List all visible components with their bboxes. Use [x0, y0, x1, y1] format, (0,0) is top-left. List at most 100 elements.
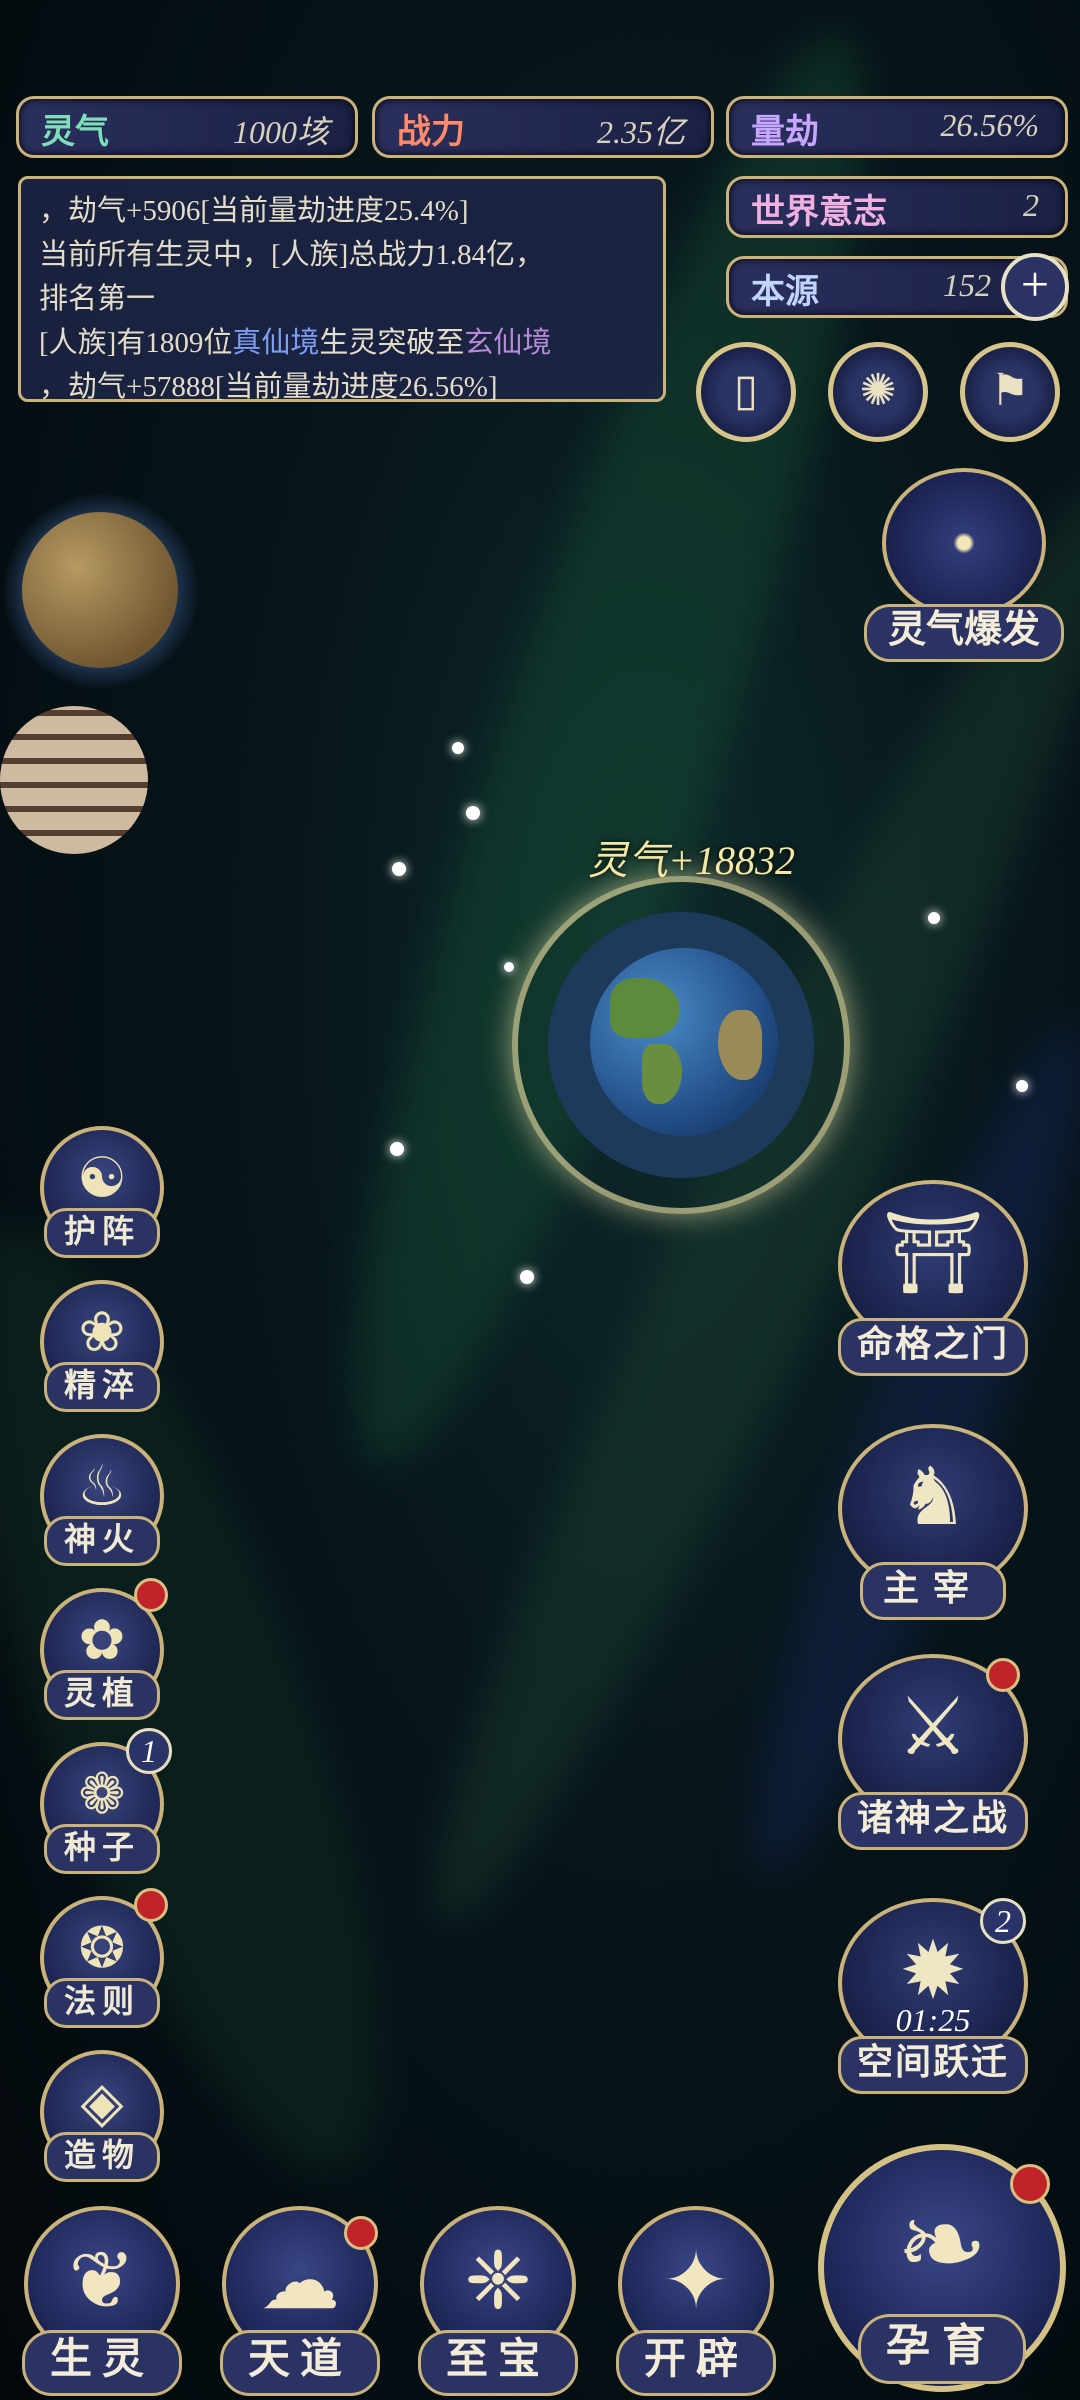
earth-continent	[718, 1010, 762, 1080]
skill-label: 法则	[44, 1978, 160, 2028]
notification-dot	[1010, 2164, 1050, 2204]
skill-faze[interactable]: ❂ 法则	[40, 1888, 168, 2028]
vortex-icon: ✺	[859, 366, 897, 415]
lingqi-value: 1000垓	[232, 114, 329, 150]
vortex-button[interactable]: ✺	[828, 342, 928, 442]
card-button[interactable]: ▯	[696, 342, 796, 442]
star	[928, 912, 940, 924]
star	[392, 862, 406, 876]
shijie-value: 2	[1023, 187, 1039, 223]
lingqi-bar[interactable]: 灵气 1000垓	[16, 96, 358, 158]
skill-label: 造物	[44, 2132, 160, 2182]
star	[452, 742, 464, 754]
woven-planet-icon[interactable]	[0, 706, 148, 854]
skill-huzhen[interactable]: ☯ 护阵	[40, 1126, 164, 1258]
nav-label: 天道	[220, 2330, 380, 2396]
liangjie-bar[interactable]: 量劫 26.56%	[726, 96, 1068, 158]
count-badge: 2	[980, 1898, 1026, 1944]
notification-dot	[344, 2216, 378, 2250]
log-line: [人族]有1809位真仙境生灵突破至玄仙境	[39, 321, 645, 365]
shijie-label: 世界意志	[751, 194, 887, 231]
shijie-bar[interactable]: 世界意志 2	[726, 176, 1068, 238]
zhanli-value: 2.35亿	[596, 114, 685, 150]
notification-dot	[134, 1888, 168, 1922]
feature-mingge[interactable]: ⛩ 命格之门	[838, 1180, 1028, 1376]
skill-zhongzi[interactable]: ❁ 种子 1	[40, 1728, 172, 1874]
nav-label: 生灵	[22, 2330, 182, 2396]
lotus-icon: ❀	[78, 1302, 126, 1364]
realm-zhenxian: 真仙境	[232, 327, 320, 359]
liangjie-label: 量劫	[751, 114, 819, 151]
skill-jingcui[interactable]: ❀ 精淬	[40, 1280, 164, 1412]
event-log: ，劫气+5906[当前量劫进度25.4%] 当前所有生灵中，[人族]总战力1.8…	[18, 176, 666, 403]
barren-planet-icon[interactable]	[4, 494, 198, 688]
benyuan-value: 152	[943, 267, 991, 303]
star	[466, 806, 480, 820]
log-line: 当前所有生灵中，[人族]总战力1.84亿，	[39, 239, 545, 271]
feature-label: 命格之门	[838, 1318, 1028, 1376]
nav-label: 至宝	[418, 2330, 578, 2396]
feature-label: 主宰	[860, 1562, 1006, 1620]
dragon-icon: ♞	[897, 1454, 969, 1542]
skill-label: 精淬	[44, 1362, 160, 1412]
card-icon: ▯	[733, 366, 759, 415]
log-text: [人族]有1809位	[39, 327, 233, 359]
skill-label: 护阵	[44, 1208, 160, 1258]
lingqi-label: 灵气	[41, 114, 109, 151]
nav-shengling[interactable]: ❦ 生灵	[16, 2206, 188, 2396]
nav-label: 孕育	[858, 2314, 1026, 2384]
realm-xuanxian: 玄仙境	[464, 327, 552, 359]
yin-yang-icon: ☯	[76, 1148, 128, 1210]
burst-icon	[882, 468, 1046, 618]
rune-icon: ❂	[78, 1918, 126, 1980]
nav-tiandao[interactable]: ☁ 天道	[214, 2206, 386, 2396]
skill-label: 种子	[44, 1824, 160, 1874]
log-line: ，劫气+5906[当前量劫进度25.4%]	[39, 195, 469, 227]
star	[1016, 1080, 1028, 1092]
skill-zaowu[interactable]: ◈ 造物	[40, 2050, 164, 2182]
notification-dot	[986, 1658, 1020, 1692]
star	[504, 962, 514, 972]
lingqi-burst-button[interactable]: 灵气爆发	[864, 468, 1064, 668]
sword-icon: ⚔	[897, 1684, 969, 1772]
nav-label: 开辟	[616, 2330, 776, 2396]
cooldown-timer: 01:25	[895, 2002, 971, 2038]
skill-shenhuo[interactable]: ♨ 神火	[40, 1434, 164, 1566]
earth-globe	[590, 948, 778, 1136]
nav-yunyu[interactable]: ❧ 孕育	[818, 2144, 1066, 2392]
skill-label: 灵植	[44, 1670, 160, 1720]
earth-continent	[610, 978, 680, 1038]
skill-label: 神火	[44, 1516, 160, 1566]
star	[390, 1142, 404, 1156]
star	[520, 1270, 534, 1284]
count-badge: 1	[126, 1728, 172, 1774]
feature-label: 空间跃迁	[838, 2036, 1028, 2094]
plant-icon: ✿	[78, 1610, 126, 1672]
feature-zhushen[interactable]: ⚔ 诸神之战	[838, 1654, 1028, 1850]
notification-dot	[134, 1578, 168, 1612]
benyuan-bar[interactable]: 本源 152 +	[726, 253, 1069, 321]
nav-zhibao[interactable]: ❈ 至宝	[412, 2206, 584, 2396]
creation-icon: ✦	[662, 2238, 730, 2326]
gate-icon: ⛩	[882, 1210, 984, 1298]
earth-continent	[642, 1044, 682, 1104]
skill-lingzhi[interactable]: ✿ 灵植	[40, 1578, 168, 1720]
feature-label: 诸神之战	[838, 1792, 1028, 1850]
log-line: ，劫气+57888[当前量劫进度26.56%]	[39, 371, 498, 403]
feature-zhuzai[interactable]: ♞ 主宰	[838, 1424, 1028, 1620]
life-icon: ❦	[68, 2238, 136, 2326]
feature-kongjian[interactable]: ✹ 01:25 空间跃迁 2	[838, 1898, 1028, 2094]
lingqi-burst-label: 灵气爆发	[864, 604, 1064, 662]
barren-planet-body	[22, 512, 178, 668]
benyuan-label: 本源	[751, 274, 819, 311]
log-text: 生灵突破至	[319, 327, 465, 359]
zhanli-bar[interactable]: 战力 2.35亿	[372, 96, 714, 158]
log-line: 排名第一	[39, 283, 156, 315]
benyuan-plus-button[interactable]: +	[1001, 253, 1069, 321]
earth-planet[interactable]	[512, 876, 850, 1214]
treasure-icon: ❈	[464, 2238, 532, 2326]
liangjie-value: 26.56%	[940, 107, 1039, 143]
nav-kaipi[interactable]: ✦ 开辟	[610, 2206, 782, 2396]
zhanli-label: 战力	[397, 114, 465, 151]
flag-button[interactable]: ⚑	[960, 342, 1060, 442]
